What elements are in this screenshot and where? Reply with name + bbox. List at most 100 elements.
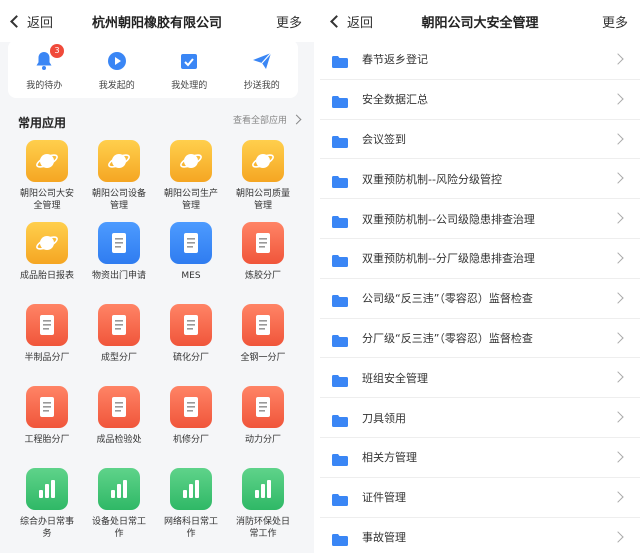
planet-icon xyxy=(242,140,284,182)
folder-icon xyxy=(332,491,348,507)
app-tile[interactable]: 全钢一分厂 xyxy=(228,304,298,386)
chevron-right-icon xyxy=(612,53,624,65)
app-tile[interactable]: 成品检验处 xyxy=(84,386,154,468)
view-all-apps-link[interactable]: 查看全部应用 xyxy=(233,113,302,126)
bar-chart-icon xyxy=(98,468,140,510)
list-item-label: 春节返乡登记 xyxy=(362,53,428,67)
folder-icon xyxy=(332,213,348,228)
list-item[interactable]: 班组安全管理 xyxy=(320,358,640,399)
quick-my-todo[interactable]: 3 我的待办 xyxy=(8,40,81,98)
document-icon xyxy=(170,222,212,264)
more-button[interactable]: 更多 xyxy=(602,12,628,31)
app-label: 朝阳公司大安全管理 xyxy=(19,189,74,211)
document-icon xyxy=(98,304,140,346)
back-button[interactable]: 返回 xyxy=(10,12,53,31)
list-item[interactable]: 双重预防机制--分厂级隐患排查治理 xyxy=(320,239,640,279)
list-item[interactable]: 双重预防机制--风险分级管控 xyxy=(320,159,640,200)
paper-plane-icon xyxy=(251,50,273,72)
back-button[interactable]: 返回 xyxy=(330,12,373,31)
list-item[interactable]: 双重预防机制--公司级隐患排查治理 xyxy=(320,199,640,239)
app-label: 机修分厂 xyxy=(172,435,209,445)
app-tile[interactable]: 机修分厂 xyxy=(156,386,226,468)
list-item-label: 双重预防机制--分厂级隐患排查治理 xyxy=(362,252,535,266)
chevron-right-icon xyxy=(612,172,624,185)
right-screen: 返回 朝阳公司大安全管理 更多 春节返乡登记安全数据汇总会议签到双重预防机制--… xyxy=(320,0,640,553)
app-label: 朝阳公司生产管理 xyxy=(163,189,218,211)
list-item-label: 分厂级“反三违”（零容忍）监督检查 xyxy=(362,331,533,345)
app-tile[interactable]: 综合办日常事务 xyxy=(12,468,82,550)
list-item-label: 双重预防机制--风险分级管控 xyxy=(362,172,502,186)
list-item[interactable]: 刀具领用 xyxy=(320,398,640,438)
list-item[interactable]: 相关方管理 xyxy=(320,438,640,478)
list-item[interactable]: 会议签到 xyxy=(320,120,640,160)
document-icon xyxy=(242,304,284,346)
app-tile[interactable]: MES xyxy=(156,222,226,304)
app-tile[interactable]: 网络科日常工作 xyxy=(156,468,226,550)
app-tile[interactable]: 成型分厂 xyxy=(84,304,154,386)
app-label: 朝阳公司设备管理 xyxy=(91,189,146,211)
chevron-left-icon xyxy=(10,15,23,28)
list-item[interactable]: 分厂级“反三违”（零容忍）监督检查 xyxy=(320,319,640,359)
list-item[interactable]: 证件管理 xyxy=(320,478,640,518)
todo-count-badge: 3 xyxy=(50,44,64,58)
section-title: 常用应用 xyxy=(18,116,67,130)
app-tile[interactable]: 朝阳公司生产管理 xyxy=(156,140,226,222)
app-tile[interactable]: 成品胎日报表 xyxy=(12,222,82,304)
bar-chart-icon xyxy=(26,468,68,510)
document-icon xyxy=(98,222,140,264)
planet-icon xyxy=(26,222,68,264)
app-tile[interactable]: 物资出门申请 xyxy=(84,222,154,304)
folder-list: 春节返乡登记安全数据汇总会议签到双重预防机制--风险分级管控双重预防机制--公司… xyxy=(320,40,640,553)
app-label: 全钢一分厂 xyxy=(240,353,286,363)
quick-label: 我发起的 xyxy=(98,81,135,91)
quick-initiated[interactable]: 我发起的 xyxy=(81,40,154,98)
app-tile[interactable]: 动力分厂 xyxy=(228,386,298,468)
folder-icon xyxy=(332,451,348,467)
more-button[interactable]: 更多 xyxy=(276,12,302,31)
app-tile[interactable]: 朝阳公司设备管理 xyxy=(84,140,154,222)
list-item[interactable]: 安全数据汇总 xyxy=(320,80,640,120)
chevron-right-icon xyxy=(612,371,624,384)
app-label: 朝阳公司质量管理 xyxy=(235,189,290,211)
folder-icon xyxy=(332,173,348,188)
app-tile[interactable]: 朝阳公司大安全管理 xyxy=(12,140,82,222)
app-label: 成型分厂 xyxy=(100,353,137,363)
chevron-right-icon xyxy=(612,411,624,423)
document-icon xyxy=(26,386,68,428)
navbar: 返回 杭州朝阳橡胶有限公司 更多 xyxy=(0,0,314,42)
list-item[interactable]: 事故管理 xyxy=(320,518,640,553)
folder-icon xyxy=(332,133,348,148)
quick-cc-me[interactable]: 抄送我的 xyxy=(226,40,299,98)
app-tile[interactable]: 工程胎分厂 xyxy=(12,386,82,468)
chevron-right-icon xyxy=(291,114,302,125)
document-icon xyxy=(242,386,284,428)
app-tile[interactable]: 半制品分厂 xyxy=(12,304,82,386)
app-label: 网络科日常工作 xyxy=(163,517,218,539)
app-label: 工程胎分厂 xyxy=(24,435,70,445)
app-tile[interactable]: 设备处日常工作 xyxy=(84,468,154,550)
left-screen: 返回 杭州朝阳橡胶有限公司 更多 3 我的待办 我发起的 我处理的 抄送我的 常… xyxy=(0,0,314,553)
quick-handled[interactable]: 我处理的 xyxy=(153,40,226,98)
app-label: 成品胎日报表 xyxy=(19,271,74,281)
list-item-label: 双重预防机制--公司级隐患排查治理 xyxy=(362,212,535,226)
folder-icon xyxy=(332,252,348,268)
bar-chart-icon xyxy=(242,468,284,510)
app-tile[interactable]: 朝阳公司质量管理 xyxy=(228,140,298,222)
app-tile[interactable]: 硫化分厂 xyxy=(156,304,226,386)
app-label: 半制品分厂 xyxy=(24,353,70,363)
list-item-label: 会议签到 xyxy=(362,132,406,146)
document-icon xyxy=(170,304,212,346)
app-grid: 朝阳公司大安全管理 朝阳公司设备管理 朝阳公司生产管理 朝阳公司质量管理成品胎日报表 物… xyxy=(12,140,302,550)
folder-icon xyxy=(332,93,348,109)
app-tile[interactable]: 炼胶分厂 xyxy=(228,222,298,304)
app-tile[interactable]: 消防环保处日常工作 xyxy=(228,468,298,550)
folder-icon xyxy=(332,372,348,387)
folder-icon xyxy=(332,53,348,69)
quick-actions: 3 我的待办 我发起的 我处理的 抄送我的 xyxy=(8,40,298,98)
chevron-right-icon xyxy=(612,292,624,304)
app-label: 动力分厂 xyxy=(244,435,281,445)
chevron-right-icon xyxy=(612,451,624,463)
navbar: 返回 朝阳公司大安全管理 更多 xyxy=(320,0,640,42)
list-item[interactable]: 公司级“反三违”（零容忍）监督检查 xyxy=(320,279,640,319)
list-item[interactable]: 春节返乡登记 xyxy=(320,40,640,80)
